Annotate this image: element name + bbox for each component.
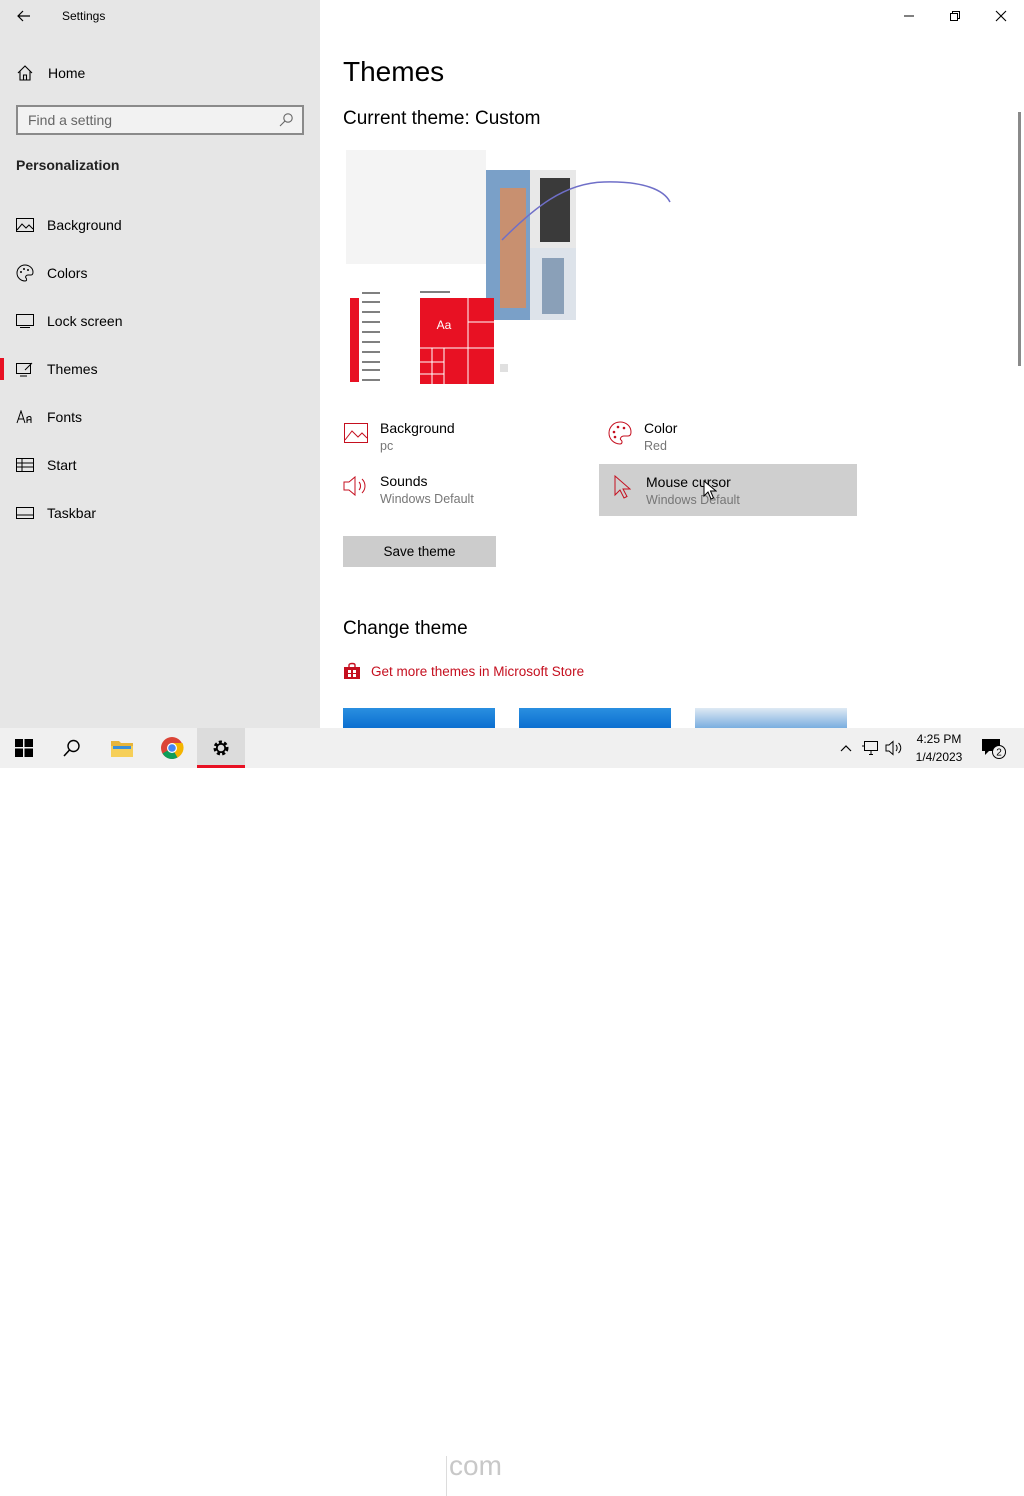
- property-value: Windows Default: [380, 492, 474, 506]
- app-title: Settings: [62, 9, 106, 23]
- mouse-pointer-icon: [703, 480, 717, 500]
- back-arrow-icon: [17, 10, 30, 22]
- image-icon: [343, 420, 369, 446]
- sidebar-item-label: Taskbar: [47, 505, 97, 521]
- theme-thumbnail[interactable]: [343, 708, 495, 728]
- sidebar-item-label: Themes: [47, 361, 98, 377]
- notifications-button[interactable]: 2: [978, 728, 1008, 768]
- volume-button[interactable]: [882, 728, 906, 768]
- save-theme-button[interactable]: Save theme: [343, 536, 496, 567]
- palette-icon: [16, 264, 34, 282]
- property-title: Mouse cursor: [646, 474, 731, 490]
- back-button[interactable]: [10, 4, 38, 28]
- sidebar-item-fonts[interactable]: Fonts: [0, 397, 320, 437]
- sidebar-item-label: Lock screen: [47, 313, 123, 329]
- property-title: Color: [644, 420, 678, 436]
- sidebar-item-start[interactable]: Start: [0, 445, 320, 485]
- home-nav[interactable]: Home: [16, 62, 85, 84]
- file-explorer-button[interactable]: [98, 728, 146, 768]
- sidebar-item-lock-screen[interactable]: Lock screen: [0, 301, 320, 341]
- chrome-icon: [161, 737, 184, 759]
- page-title: Themes: [343, 56, 445, 87]
- sidebar-item-label: Background: [47, 217, 122, 233]
- pointer-icon: [609, 474, 635, 500]
- start-button[interactable]: [0, 728, 48, 768]
- taskbar: com 4:25 PM 1/4/2023 2: [0, 728, 1024, 1496]
- lock-screen-icon: [16, 312, 34, 330]
- speaker-icon: [343, 473, 369, 499]
- sidebar-item-taskbar[interactable]: Taskbar: [0, 493, 320, 533]
- sidebar: Settings Home Find a setting Personaliza…: [0, 0, 320, 728]
- restore-icon: [950, 11, 960, 21]
- sounds-property[interactable]: Sounds Windows Default: [343, 473, 573, 513]
- clock-time: 4:25 PM: [916, 732, 962, 746]
- windows-logo-icon: [15, 739, 33, 757]
- watermark-text: com: [446, 1452, 510, 1496]
- active-indicator: [0, 358, 4, 380]
- property-value: Windows Default: [646, 493, 740, 507]
- themes-icon: [16, 360, 34, 378]
- gear-icon: [213, 740, 229, 756]
- store-bag-icon: [344, 662, 360, 679]
- restore-button[interactable]: [932, 0, 978, 32]
- sidebar-item-label: Colors: [47, 265, 88, 281]
- property-title: Sounds: [380, 473, 428, 489]
- chevron-up-icon: [840, 745, 852, 752]
- home-label: Home: [48, 65, 86, 81]
- clock-date: 1/4/2023: [915, 750, 963, 764]
- chrome-button[interactable]: [148, 728, 196, 768]
- theme-preview-image: Aa: [344, 150, 671, 386]
- store-link[interactable]: Get more themes in Microsoft Store: [343, 662, 584, 680]
- settings-taskbar-button[interactable]: [197, 728, 245, 768]
- sidebar-item-label: Fonts: [47, 409, 83, 425]
- theme-thumbnail[interactable]: [519, 708, 671, 728]
- search-icon: [279, 113, 293, 127]
- sidebar-item-themes[interactable]: Themes: [0, 349, 320, 389]
- folder-icon: [111, 741, 133, 757]
- scrollbar[interactable]: [1018, 112, 1021, 366]
- search-icon: [63, 739, 80, 757]
- theme-thumbnail[interactable]: [695, 708, 847, 728]
- palette-icon: [607, 420, 633, 446]
- search-input[interactable]: Find a setting: [16, 105, 304, 135]
- clock[interactable]: 4:25 PM 1/4/2023: [908, 730, 970, 766]
- close-button[interactable]: [978, 0, 1024, 32]
- settings-window: Settings Home Find a setting Personaliza…: [0, 0, 1024, 728]
- color-property[interactable]: Color Red: [607, 420, 837, 460]
- sidebar-item-colors[interactable]: Colors: [0, 253, 320, 293]
- close-icon: [995, 10, 1007, 22]
- taskbar-icon: [16, 504, 34, 522]
- action-center-icon: 2: [982, 739, 1006, 759]
- property-title: Background: [380, 420, 455, 436]
- section-title: Personalization: [16, 157, 120, 173]
- theme-preview: Aa: [344, 148, 674, 386]
- volume-icon: [885, 740, 902, 756]
- image-icon: [16, 216, 34, 234]
- property-value: pc: [380, 439, 394, 453]
- start-icon: [16, 456, 34, 474]
- mouse-cursor-property[interactable]: Mouse cursor Windows Default: [609, 474, 849, 514]
- property-value: Red: [644, 439, 667, 453]
- preview-tile-text: Aa: [437, 318, 452, 332]
- store-link-label: Get more themes in Microsoft Store: [371, 663, 585, 679]
- current-theme-label: Current theme: Custom: [343, 108, 541, 129]
- notification-count: 2: [996, 748, 1002, 759]
- minimize-icon: [904, 15, 914, 17]
- background-property[interactable]: Background pc: [343, 420, 573, 460]
- search-button[interactable]: [48, 728, 96, 768]
- sidebar-item-label: Start: [47, 457, 77, 473]
- search-placeholder: Find a setting: [28, 112, 113, 128]
- home-icon: [17, 65, 33, 81]
- fonts-icon: [16, 408, 34, 426]
- network-icon: [862, 741, 878, 755]
- network-button[interactable]: [858, 728, 882, 768]
- minimize-button[interactable]: [886, 0, 932, 32]
- change-theme-heading: Change theme: [343, 618, 468, 639]
- sidebar-item-background[interactable]: Background: [0, 205, 320, 245]
- show-hidden-icons-button[interactable]: [834, 728, 858, 768]
